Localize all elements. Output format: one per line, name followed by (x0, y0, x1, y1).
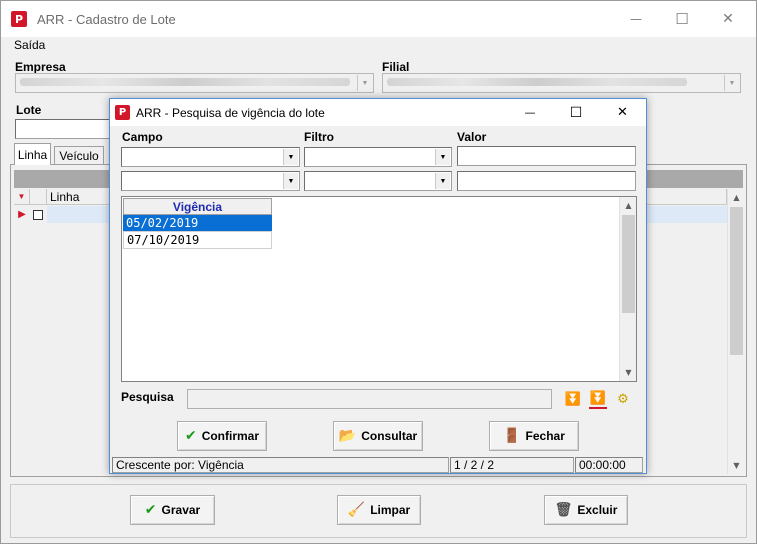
empresa-label: Empresa (15, 60, 66, 74)
broom-icon: 🧹 (347, 502, 366, 518)
lote-input[interactable] (15, 119, 115, 139)
scroll-up-icon[interactable]: ▲ (728, 189, 745, 206)
dialog-titlebar: P ARR - Pesquisa de vigência do lote — ☐… (110, 99, 646, 126)
pesquisa-vigencia-dialog: P ARR - Pesquisa de vigência do lote — ☐… (109, 98, 647, 474)
dialog-minimize-button[interactable]: — (507, 99, 553, 126)
main-window-title: ARR - Cadastro de Lote (37, 12, 176, 27)
grid-check-column (30, 189, 47, 205)
scroll-thumb[interactable] (622, 215, 635, 313)
grid-scrollbar[interactable]: ▲ ▼ (727, 189, 744, 474)
campo-label: Campo (122, 130, 163, 144)
row-checkbox[interactable] (33, 210, 43, 220)
filial-combo[interactable]: ▼ (382, 73, 741, 93)
gravar-button[interactable]: ✔ Gravar (130, 495, 215, 525)
vigencia-list: Vigência 05/02/2019 07/10/2019 ▲ ▼ (121, 196, 637, 382)
lote-label: Lote (16, 103, 42, 117)
scroll-thumb[interactable] (730, 207, 743, 355)
chevron-down-icon[interactable]: ▼ (283, 149, 298, 165)
consultar-button[interactable]: 📂 Consultar (333, 421, 423, 451)
arrow-down-double-icon[interactable]: ⏬ (564, 389, 582, 409)
menu-item-saida[interactable]: Saída (14, 38, 45, 52)
vigencia-column-header[interactable]: Vigência (123, 198, 272, 215)
chevron-down-icon[interactable]: ▼ (283, 173, 298, 189)
gear-icon[interactable]: ⚙ (614, 389, 632, 409)
filial-value-redacted (387, 78, 687, 86)
dialog-close-button[interactable]: ✕ (599, 99, 646, 126)
valor-label: Valor (457, 130, 487, 144)
list-item[interactable]: 07/10/2019 (123, 232, 272, 249)
chevron-down-icon[interactable]: ▼ (724, 75, 739, 91)
valor-input-2[interactable] (457, 171, 636, 191)
chevron-down-icon[interactable]: ▼ (435, 173, 450, 189)
status-record-count: 1 / 2 / 2 (450, 457, 574, 473)
excluir-button-label: Excluir (577, 503, 618, 517)
scroll-down-icon[interactable]: ▼ (728, 457, 745, 474)
minimize-button[interactable]: — (613, 5, 659, 33)
check-icon: ✔ (144, 502, 157, 518)
empresa-combo[interactable]: ▼ (15, 73, 374, 93)
empresa-value-redacted (20, 78, 350, 86)
sort-marker-icon: ▼ (14, 189, 30, 205)
excluir-button[interactable]: 🗑 Excluir (544, 495, 628, 525)
pesquisa-label: Pesquisa (121, 390, 174, 404)
dialog-maximize-button[interactable]: ☐ (553, 99, 599, 126)
check-icon: ✔ (184, 428, 197, 444)
confirmar-button[interactable]: ✔ Confirmar (177, 421, 267, 451)
confirmar-button-label: Confirmar (201, 429, 260, 443)
list-item[interactable]: 05/02/2019 (123, 215, 272, 232)
maximize-button[interactable]: ☐ (659, 5, 705, 33)
gravar-button-label: Gravar (161, 503, 201, 517)
app-logo-icon: P (115, 105, 130, 120)
chevron-down-icon[interactable]: ▼ (435, 149, 450, 165)
fechar-button-label: Fechar (525, 429, 565, 443)
status-time: 00:00:00 (575, 457, 643, 473)
current-row-indicator-icon: ▶ (18, 209, 26, 220)
scroll-up-icon[interactable]: ▲ (620, 197, 637, 214)
filtro-label: Filtro (304, 130, 334, 144)
consultar-button-label: Consultar (361, 429, 418, 443)
folder-open-icon: 📂 (338, 428, 357, 444)
pesquisa-input[interactable] (187, 389, 552, 409)
limpar-button[interactable]: 🧹 Limpar (337, 495, 421, 525)
trash-icon: 🗑 (554, 502, 573, 518)
fechar-button[interactable]: 🚪 Fechar (489, 421, 579, 451)
tab-linha[interactable]: Linha (14, 143, 51, 165)
tab-veiculo[interactable]: Veículo (54, 146, 104, 165)
filtro-combo-2[interactable]: ▼ (304, 171, 452, 191)
chevron-down-icon[interactable]: ▼ (357, 75, 372, 91)
campo-combo-1[interactable]: ▼ (121, 147, 300, 167)
close-button[interactable]: ✕ (705, 5, 751, 33)
status-order: Crescente por: Vigência (112, 457, 449, 473)
filtro-combo-1[interactable]: ▼ (304, 147, 452, 167)
scroll-down-icon[interactable]: ▼ (620, 364, 637, 381)
campo-combo-2[interactable]: ▼ (121, 171, 300, 191)
door-exit-icon: 🚪 (503, 428, 521, 444)
arrow-last-icon[interactable]: ⏬ (589, 389, 607, 409)
limpar-button-label: Limpar (370, 503, 411, 517)
filial-label: Filial (382, 60, 410, 74)
list-scrollbar[interactable]: ▲ ▼ (619, 197, 636, 381)
dialog-title: ARR - Pesquisa de vigência do lote (136, 106, 325, 120)
app-logo-icon: P (11, 11, 27, 27)
main-titlebar: P ARR - Cadastro de Lote — ☐ ✕ (1, 1, 756, 37)
valor-input-1[interactable] (457, 146, 636, 166)
